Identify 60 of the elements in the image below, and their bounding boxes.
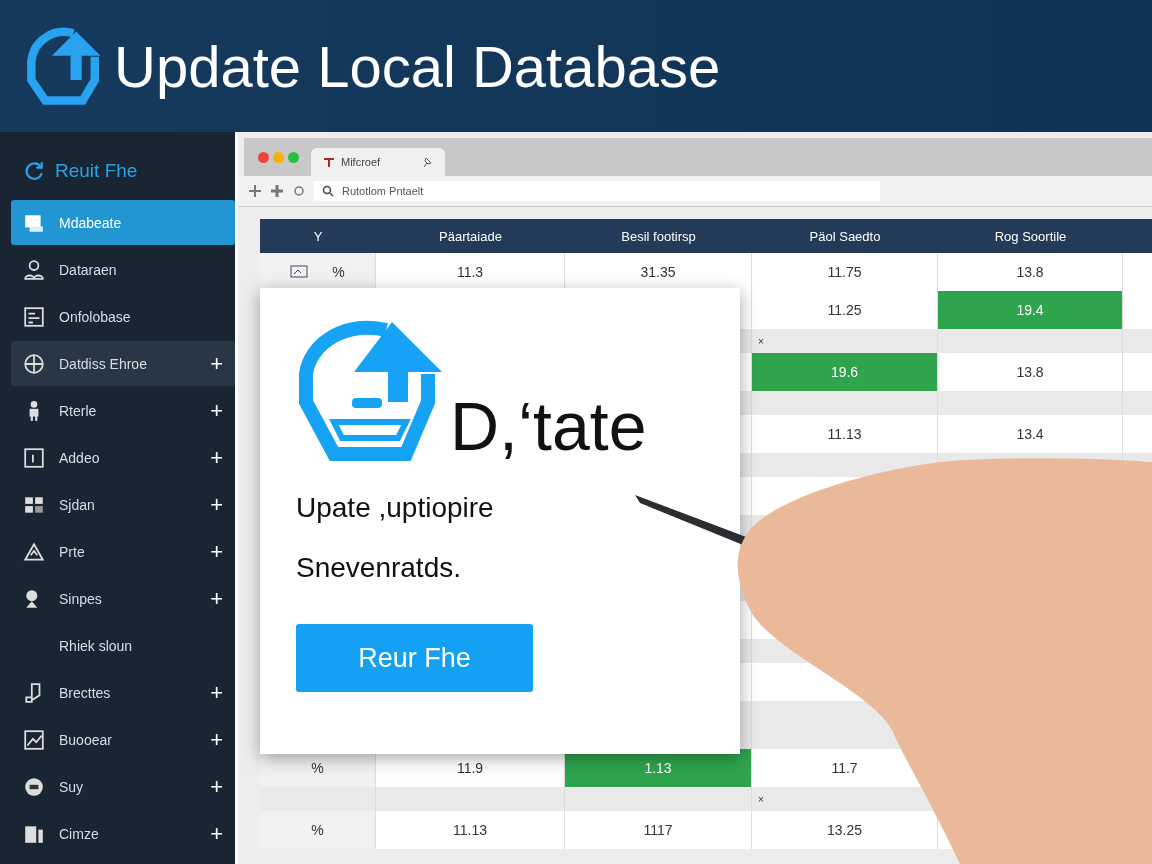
table-cell: 11.75: [827, 264, 862, 280]
table-cell: 11.9: [456, 760, 484, 776]
sidebar-item[interactable]: Sinpes +: [11, 576, 235, 621]
plus-icon[interactable]: [248, 184, 262, 198]
column-header: Besil footirsp: [620, 228, 697, 244]
table-cell: 31.35: [640, 264, 676, 280]
frame-icon: [23, 446, 45, 469]
page-title: Update Local Database: [114, 32, 721, 100]
sidebar-item[interactable]: Sjdan +: [11, 482, 235, 527]
sidebar-item[interactable]: Rhiek sloun: [11, 623, 235, 668]
table-cell: %: [332, 264, 345, 280]
column-header: Rog Soortile: [993, 228, 1068, 244]
plus-icon[interactable]: [270, 184, 284, 198]
column-header: Päol Saedto: [808, 228, 882, 244]
form-icon: [23, 305, 45, 328]
refresh-icon: [23, 160, 45, 182]
sidebar-item[interactable]: Onfolobase: [11, 294, 235, 339]
reload-icon[interactable]: [292, 184, 306, 198]
card-title: D,‘tate: [450, 392, 647, 460]
sidebar-item[interactable]: Addeo +: [11, 435, 235, 480]
pin-icon[interactable]: [421, 156, 433, 168]
warning-icon: [23, 540, 45, 563]
image-icon: [290, 265, 309, 279]
sidebar-item[interactable]: Dataraen: [11, 247, 235, 292]
column-header: Päartaiade: [438, 228, 503, 244]
globe-icon: [23, 352, 45, 375]
table-cell: 13.8: [1016, 364, 1044, 380]
sidebar-item[interactable]: Cimze +: [11, 811, 235, 856]
table-cell: 11.7: [831, 760, 858, 776]
table-cell: 13.4: [1016, 426, 1044, 442]
search-icon: [322, 185, 334, 197]
people-icon: [23, 258, 45, 281]
table-cell: 1117: [643, 822, 673, 838]
sidebar-item[interactable]: Brecttes +: [11, 670, 235, 715]
sidebar-item[interactable]: Rterle +: [11, 388, 235, 433]
close-window-icon[interactable]: [258, 151, 269, 163]
table-cell: %: [311, 760, 324, 776]
row-marker: ×: [758, 335, 764, 347]
table-cell: 11.25: [827, 302, 862, 318]
table-cell: 19.6: [752, 353, 937, 391]
table-cell: 19.4: [938, 291, 1122, 329]
sidebar-item[interactable]: Suy +: [11, 764, 235, 809]
column-header: Y: [312, 228, 324, 244]
card-text: Snevenratds.: [296, 552, 462, 584]
table-cell: 11.13: [827, 426, 862, 442]
brand-name: Reuit Fhe: [55, 160, 138, 182]
table-cell: 13.8: [1016, 264, 1044, 280]
table-cell: %: [311, 822, 324, 838]
sidebar-item[interactable]: Buooear +: [11, 717, 235, 762]
chart-icon: [23, 728, 45, 751]
sidebar-item[interactable]: Datdiss Ehroe +: [11, 341, 235, 386]
address-field[interactable]: Rutotlom Pntaelt: [314, 181, 880, 201]
table-cell: 13.25: [826, 822, 862, 838]
site-icon: [323, 156, 335, 168]
card-text: Upate ,uptiopire: [296, 492, 495, 524]
sidebar-item[interactable]: Prte +: [11, 529, 235, 574]
browser-tab[interactable]: Mifcroef: [311, 148, 445, 176]
row-marker: ×: [758, 793, 764, 805]
table-cell: 11.3: [456, 264, 484, 280]
table-cell: 11.13: [453, 822, 487, 838]
